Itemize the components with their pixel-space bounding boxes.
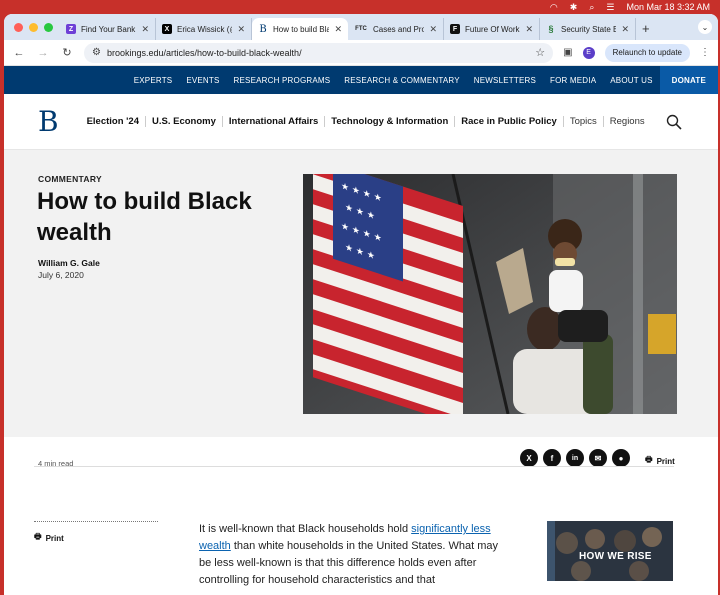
browser-menu-icon[interactable]: ⋮ [700, 47, 710, 58]
article-title: How to build Black wealth [37, 188, 252, 246]
clock[interactable]: Mon Mar 18 3:32 AM [626, 2, 710, 12]
close-window-button[interactable] [14, 22, 23, 32]
article-author[interactable]: William G. Gale [38, 258, 100, 268]
share-buttons: X f in ✉ ● [520, 449, 630, 467]
brookings-logo[interactable]: B [38, 105, 59, 138]
print-label: Print [45, 533, 64, 543]
tab-favicon-icon: FTC [355, 26, 367, 32]
facebook-icon[interactable]: f [543, 449, 561, 467]
tab-label: Find Your Bank | [81, 24, 137, 34]
nav-election-24[interactable]: Election '24 [81, 116, 146, 127]
tab-label: Security State B [561, 24, 617, 34]
print-label: Print [656, 456, 675, 466]
tab-find-your-bank[interactable]: Z Find Your Bank | ✕ [60, 18, 156, 40]
browser-toolbar: ← → ↻ ⚙ brookings.edu/articles/how-to-bu… [4, 40, 718, 66]
new-tab-button[interactable]: + [636, 21, 656, 36]
window-controls [4, 22, 60, 32]
control-center-icon[interactable]: ☰ [606, 2, 614, 13]
utility-nav-research-programs[interactable]: RESEARCH PROGRAMS [227, 76, 338, 85]
utility-nav-events[interactable]: EVENTS [179, 76, 226, 85]
article-hero: COMMENTARY How to build Black wealth Wil… [4, 150, 718, 437]
bookmark-star-icon[interactable]: ☆ [535, 46, 545, 59]
tab-how-to-build-black-wealth[interactable]: B How to build Bla ✕ [252, 18, 348, 40]
tab-erica-wissick[interactable]: X Erica Wissick (@ ✕ [156, 18, 252, 40]
url-text[interactable]: brookings.edu/articles/how-to-build-blac… [107, 48, 529, 58]
nav-race-in-public-policy[interactable]: Race in Public Policy [455, 116, 564, 127]
zoom-window-button[interactable] [44, 22, 53, 32]
nav-regions[interactable]: Regions [604, 116, 651, 127]
article-body: It is well-known that Black households h… [199, 521, 509, 589]
main-nav: B Election '24 U.S. Economy Internationa… [4, 94, 718, 150]
article-meta-bar: 4 min read X f in ✉ ● 🖶 Print [4, 437, 718, 481]
site-settings-icon[interactable]: ⚙ [92, 47, 101, 58]
tab-favicon-icon: F [450, 24, 460, 34]
minimize-window-button[interactable] [29, 22, 38, 32]
utility-nav-experts[interactable]: EXPERTS [127, 76, 180, 85]
tab-future-of-work[interactable]: F Future Of Work ✕ [444, 18, 540, 40]
tab-favicon-icon: Z [66, 24, 76, 34]
donate-button[interactable]: DONATE [659, 66, 718, 94]
tab-close-icon[interactable]: ✕ [141, 24, 149, 35]
tab-strip: Z Find Your Bank | ✕ X Erica Wissick (@ … [4, 14, 718, 40]
search-icon[interactable]: ⌕ [589, 2, 594, 13]
reddit-icon[interactable]: ● [612, 449, 630, 467]
bluetooth-icon[interactable]: ✱ [570, 2, 578, 13]
tab-security-state[interactable]: § Security State B ✕ [540, 18, 636, 40]
tab-label: Erica Wissick (@ [177, 24, 233, 34]
tab-close-icon[interactable]: ✕ [237, 24, 245, 35]
article-hero-image: ★ ★ ★ ★ ★ ★ ★ ★ ★ ★ ★ ★ ★ ★ [303, 174, 677, 414]
nav-international-affairs[interactable]: International Affairs [223, 116, 326, 127]
article-kicker[interactable]: COMMENTARY [38, 174, 102, 184]
tab-label: Cases and Proce [373, 24, 424, 34]
article-date: July 6, 2020 [38, 270, 84, 280]
body-text: than white households in the United Stat… [199, 540, 499, 586]
reload-button[interactable]: ↻ [60, 46, 74, 59]
promo-title: HOW WE RISE [579, 551, 652, 562]
utility-nav-for-media[interactable]: FOR MEDIA [543, 76, 603, 85]
tab-favicon-icon: B [259, 23, 267, 35]
back-button[interactable]: ← [12, 47, 26, 59]
utility-nav-about-us[interactable]: ABOUT US [603, 76, 659, 85]
forward-button[interactable]: → [36, 47, 50, 59]
tab-close-icon[interactable]: ✕ [429, 24, 437, 35]
nav-topics[interactable]: Topics [564, 116, 604, 127]
printer-icon: 🖶 [34, 532, 42, 541]
nav-technology-information[interactable]: Technology & Information [325, 116, 456, 127]
utility-nav-research-commentary[interactable]: RESEARCH & COMMENTARY [337, 76, 466, 85]
how-we-rise-promo[interactable]: HOW WE RISE [547, 521, 673, 581]
system-menubar: ◠ ✱ ⌕ ☰ Mon Mar 18 3:32 AM [0, 0, 720, 14]
email-icon[interactable]: ✉ [589, 449, 607, 467]
tab-favicon-icon: § [548, 24, 554, 34]
tab-close-icon[interactable]: ✕ [525, 24, 533, 35]
tab-cases-and-proceedings[interactable]: FTC Cases and Proce ✕ [348, 18, 444, 40]
search-icon[interactable] [666, 114, 682, 130]
relaunch-button[interactable]: Relaunch to update [604, 43, 690, 62]
utility-nav: EXPERTS EVENTS RESEARCH PROGRAMS RESEARC… [4, 66, 718, 94]
utility-nav-newsletters[interactable]: NEWSLETTERS [467, 76, 543, 85]
tab-favicon-icon: X [162, 24, 172, 34]
tab-close-icon[interactable]: ✕ [621, 24, 629, 35]
print-button-side[interactable]: 🖶 Print [34, 531, 64, 545]
profile-avatar[interactable]: E [582, 46, 595, 59]
tab-close-icon[interactable]: ✕ [334, 24, 342, 35]
side-panel-icon[interactable]: ▣ [563, 47, 572, 58]
linkedin-icon[interactable]: in [566, 449, 584, 467]
wifi-icon[interactable]: ◠ [550, 2, 558, 13]
body-text: It is well-known that Black households h… [199, 523, 412, 535]
sidebar-divider [34, 521, 158, 522]
tab-label: Future Of Work [465, 24, 520, 34]
browser-window: Z Find Your Bank | ✕ X Erica Wissick (@ … [4, 14, 718, 595]
nav-us-economy[interactable]: U.S. Economy [146, 116, 223, 127]
tab-search-chevron-icon[interactable]: ⌄ [698, 20, 712, 34]
tab-label: How to build Bla [273, 24, 330, 34]
divider [34, 466, 674, 467]
address-bar[interactable]: ⚙ brookings.edu/articles/how-to-build-bl… [84, 42, 554, 63]
x-icon[interactable]: X [520, 449, 538, 467]
